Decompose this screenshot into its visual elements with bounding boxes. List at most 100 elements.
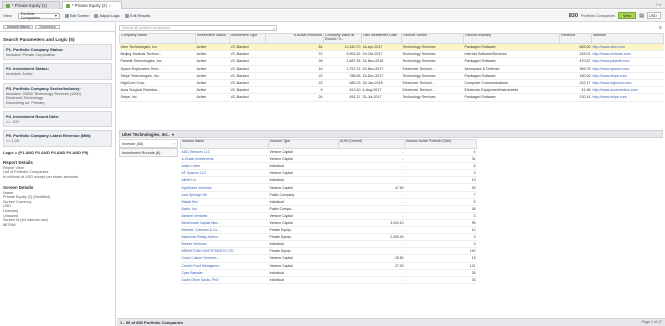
- table-cell[interactable]: Stripe, Inc.: [119, 93, 196, 102]
- column-header[interactable]: FactSet Industry: [463, 33, 560, 44]
- table-row[interactable]: AppWorks Ventures Venture Capital 47.50 25: [180, 183, 477, 192]
- table-cell[interactable]: Palantir Technologies, Inc.: [119, 57, 196, 66]
- column-header[interactable]: Revenue: [559, 33, 592, 44]
- table-cell[interactable]: Alfred Lin: [180, 176, 269, 185]
- table-cell[interactable]: Blackrock Realty Adviso...: [180, 233, 269, 242]
- column-header[interactable]: FactSet Sector: [401, 33, 464, 44]
- table-cell[interactable]: Beijing Sankuai Technol...: [119, 50, 196, 59]
- table-cell[interactable]: http://www.stripe.com: [591, 72, 664, 80]
- table-cell[interactable]: ADD Ventures LLC: [180, 148, 269, 157]
- table-row[interactable]: Palantir Technologies, Inc. Active VC-Back…: [119, 57, 664, 66]
- table-row[interactable]: Baidu, Inc. Public Compa... -45: [180, 205, 477, 213]
- table-cell[interactable]: David Oliver Sacks, PhD: [180, 276, 269, 284]
- table-cell[interactable]: Bennett, Coleman & Co...: [180, 226, 269, 235]
- currency-select[interactable]: USD: [647, 12, 661, 19]
- table-cell[interactable]: Axel Springer SE: [180, 191, 269, 199]
- table-cell[interactable]: Barshel Ventures: [180, 212, 269, 220]
- column-header[interactable]: # Active Investors: [265, 33, 324, 44]
- table-cell[interactable]: A-Grade Investments: [180, 155, 269, 164]
- table-cell[interactable]: http://www.stripe.com: [591, 93, 664, 102]
- tab-investment-rounds[interactable]: Investment Rounds (6): [119, 148, 178, 157]
- column-header[interactable]: Investor Type: [268, 139, 339, 149]
- table-row[interactable]: Blackrock Realty Adviso... Private Equity…: [180, 233, 477, 242]
- table-row[interactable]: Crunch Fund Manageme... Venture Capital 27…: [180, 262, 477, 270]
- table-row[interactable]: Alfred Lin Individual -13: [180, 176, 477, 185]
- table-cell[interactable]: Stripe Technologies, Inc.: [119, 72, 196, 80]
- table-row[interactable]: BRIMSTONE INVESTMENTS LTD Private Equity -…: [180, 247, 477, 256]
- table-cell[interactable]: Benchmark Capital Man...: [180, 219, 269, 228]
- criterion-p3[interactable]: P3. Portfolio Company Sector/Industry: I…: [3, 82, 112, 109]
- table-cell[interactable]: AppWorks Ventures: [180, 183, 269, 192]
- table-row[interactable]: David Oliver Sacks, PhD Individual -33: [180, 276, 477, 284]
- table-cell[interactable]: HighCom Corp.: [119, 79, 196, 88]
- table-row[interactable]: Benchmark Capital Man... Venture Capital 3…: [180, 219, 477, 228]
- criterion-p5[interactable]: P5. Portfolio Company Latest Revenue (MM…: [3, 130, 112, 147]
- table-cell[interactable]: Aura Surgical Robotics...: [119, 86, 196, 95]
- chevron-down-icon[interactable]: ▾: [172, 132, 174, 137]
- table-cell[interactable]: Adam Leber: [180, 162, 269, 171]
- edit-results-button[interactable]: Edit Results: [125, 13, 150, 18]
- table-row[interactable]: Breeze Ventures Individual -3: [180, 240, 477, 249]
- column-header[interactable]: Company Name: [119, 33, 196, 44]
- close-icon[interactable]: ×: [109, 3, 111, 8]
- gear-icon[interactable]: ⚙: [658, 25, 662, 30]
- criterion-p2[interactable]: P2. Investment Status: Included: Active: [3, 63, 112, 80]
- table-row[interactable]: AF Sysmon LLC Venture Capital -3: [180, 169, 477, 178]
- table-cell[interactable]: http://www.uber.com: [591, 43, 664, 52]
- column-header[interactable]: Last Investment Date: [361, 33, 402, 44]
- tab-search-items[interactable]: Search Items: [3, 25, 34, 29]
- table-cell[interactable]: Baidu, Inc.: [180, 205, 269, 213]
- tab-private-equity-1[interactable]: * Private Equity (1): [2, 1, 60, 9]
- table-row[interactable]: Aura Surgical Robotics... Active VC-Backed…: [119, 86, 664, 95]
- table-cell[interactable]: Crunch Fund Manageme...: [180, 262, 269, 270]
- logic-expression[interactable]: Logic = (P1 AND P2 AND P3 AND P4 AND P5): [3, 150, 112, 155]
- table-cell[interactable]: Cyan Banister: [180, 269, 269, 277]
- pager[interactable]: Page 1 of 17: [642, 320, 662, 324]
- table-cell[interactable]: BRIMSTONE INVESTMENTS LTD: [180, 247, 269, 256]
- column-header[interactable]: Investment Type: [229, 33, 266, 44]
- table-row[interactable]: Babak Nivi Individual -5: [180, 198, 477, 206]
- column-header[interactable]: Investment Status: [195, 33, 230, 44]
- column-header[interactable]: Website: [591, 33, 664, 44]
- adjust-logic-button[interactable]: Adjust Logic: [94, 13, 120, 18]
- column-header[interactable]: Investor Active Portfolio (Size): [404, 139, 477, 149]
- criterion-p1[interactable]: P1. Portfolio Company Status: Included: …: [3, 44, 112, 61]
- table-cell[interactable]: Space Exploration Tech...: [119, 65, 196, 73]
- criterion-p4[interactable]: P4. Investment Round Date: >= -24Y: [3, 111, 112, 128]
- table-cell[interactable]: http://www.aurarobotics.com: [591, 86, 664, 95]
- table-row[interactable]: Space Exploration Tech... Active VC-Backed…: [119, 65, 664, 73]
- view-select[interactable]: Portfolio Companies ▾: [17, 12, 60, 20]
- table-row[interactable]: Stripe, Inc. Active VC-Backed 26 491.37 31-Ju…: [119, 93, 664, 102]
- table-cell[interactable]: Breeze Ventures: [180, 240, 269, 249]
- table-row[interactable]: Cross Culture Ventures ... Venture Capita…: [180, 254, 477, 263]
- column-header[interactable]: Company Value at Round / V...: [323, 33, 362, 44]
- table-cell[interactable]: Cross Culture Ventures ...: [180, 254, 269, 263]
- table-row[interactable]: ADD Ventures LLC Venture Capital -4: [180, 148, 477, 157]
- table-row[interactable]: Beijing Sankuai Technol... Active VC-Backe…: [119, 50, 664, 59]
- view-button[interactable]: View: [618, 12, 637, 19]
- edit-screen-button[interactable]: Edit Screen: [64, 13, 89, 18]
- search-icon[interactable]: ⌕: [273, 26, 275, 31]
- table-row[interactable]: Cyan Banister Individual -28: [180, 269, 477, 277]
- table-row[interactable]: Barshel Ventures Venture Capital -3: [180, 212, 477, 220]
- table-row[interactable]: Adam Leber Individual -6: [180, 162, 477, 171]
- table-cell[interactable]: http://www.highcom.com: [591, 79, 664, 88]
- tab-summary[interactable]: Summary: [35, 25, 60, 29]
- table-cell[interactable]: http://www.palantir.com: [591, 57, 664, 66]
- table-cell[interactable]: Uber Technologies, Inc.: [119, 43, 196, 52]
- column-header[interactable]: AUM (Current): [338, 139, 405, 149]
- table-row[interactable]: Bennett, Coleman & Co... Private Equity..…: [180, 226, 477, 235]
- table-cell[interactable]: http://www.meituan.com: [591, 50, 664, 59]
- table-cell[interactable]: AF Sysmon LLC: [180, 169, 269, 178]
- export-icon[interactable]: ▤: [639, 13, 644, 19]
- column-header[interactable]: Investor Name: [180, 139, 269, 149]
- search-input[interactable]: Search all portfolio companies ⌕: [119, 25, 277, 31]
- tab-investor[interactable]: Investor (83) ›: [119, 139, 178, 148]
- table-row[interactable]: Stripe Technologies, Inc. Active VC-Backed…: [119, 72, 664, 80]
- tab-private-equity-2[interactable]: * Private Equity (2) ×: [62, 1, 122, 9]
- table-row[interactable]: Axel Springer SE Public Company -7: [180, 191, 477, 199]
- table-row[interactable]: A-Grade Investments Venture Capital -31: [180, 155, 477, 164]
- table-cell[interactable]: http://www.spacex.com: [591, 65, 664, 73]
- table-row[interactable]: HighCom Corp. Active VC-Backed 23 580.23 15-J…: [119, 79, 664, 88]
- table-row[interactable]: Uber Technologies, Inc. Active VC-Backed 84…: [119, 43, 664, 52]
